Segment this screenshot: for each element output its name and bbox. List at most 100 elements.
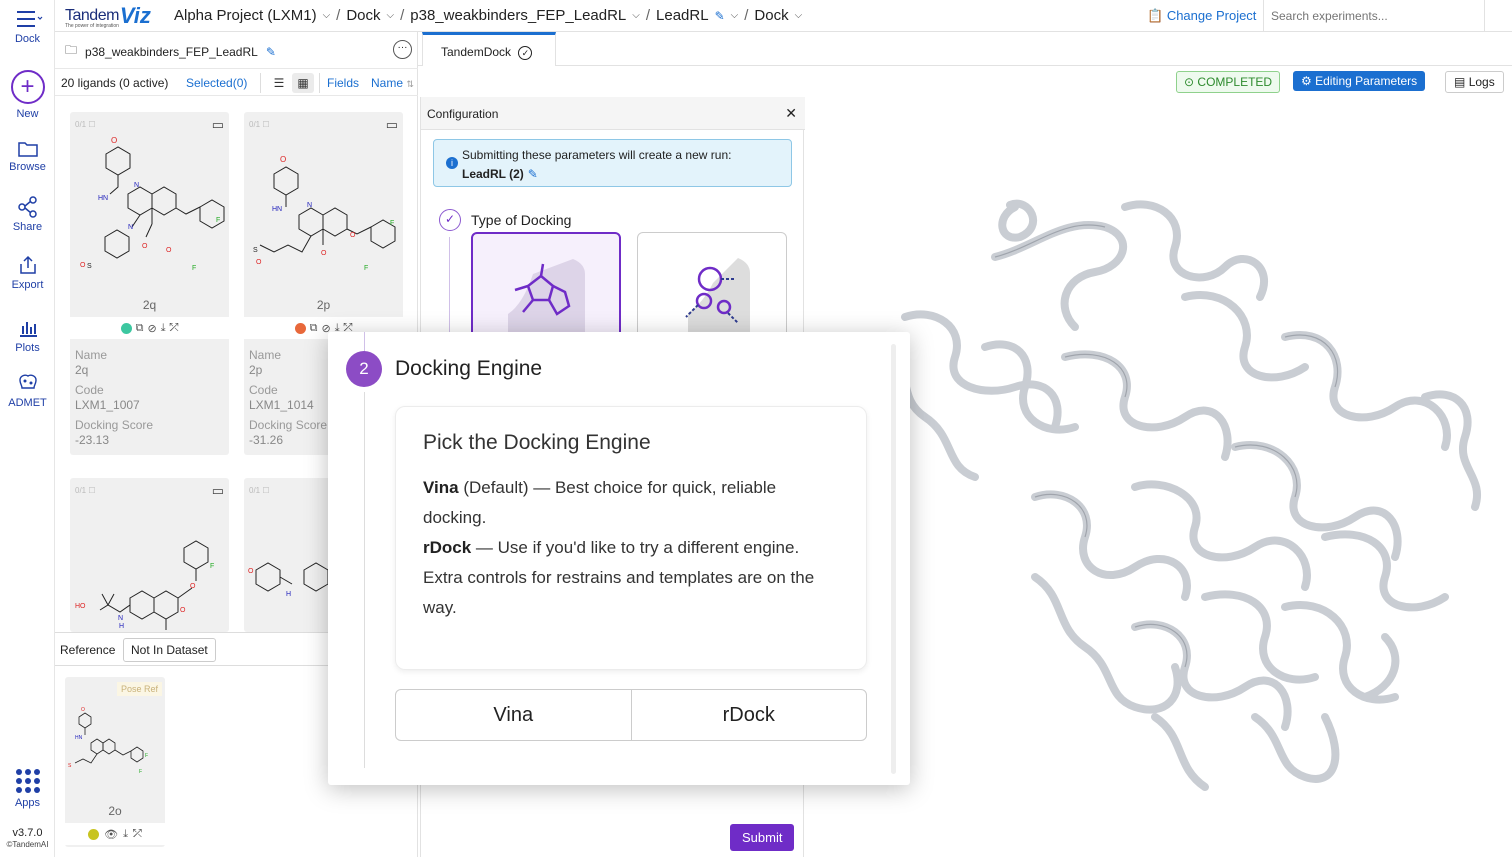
browse-button[interactable]: Browse bbox=[0, 140, 55, 173]
rdock-option-button[interactable]: rDock bbox=[630, 690, 867, 740]
not-in-dataset-button[interactable]: Not In Dataset bbox=[123, 638, 216, 662]
svg-text:O: O bbox=[111, 136, 117, 145]
tab-tandemdock[interactable]: TandemDock ✓ bbox=[422, 32, 556, 66]
share-icon bbox=[17, 196, 37, 218]
apps-button[interactable]: Apps bbox=[0, 768, 55, 809]
logo-tagline: The power of integration bbox=[65, 23, 119, 29]
plus-icon: + bbox=[10, 70, 45, 104]
breadcrumb-project[interactable]: Alpha Project (LXM1) bbox=[174, 7, 317, 24]
svg-text:O: O bbox=[80, 262, 86, 269]
breadcrumb-experiment[interactable]: LeadRL bbox=[656, 7, 709, 24]
list-view-icon[interactable]: ☰ bbox=[269, 73, 289, 93]
svg-text:F: F bbox=[139, 769, 142, 775]
folder-icon bbox=[17, 142, 38, 157]
name-label: Name bbox=[75, 348, 108, 362]
svg-text:S: S bbox=[87, 263, 92, 270]
svg-text:N: N bbox=[307, 202, 312, 209]
completed-label: COMPLETED bbox=[1197, 75, 1273, 89]
change-project-link[interactable]: 📋 Change Project bbox=[1147, 8, 1256, 24]
molecule-structure: O HN S F F bbox=[68, 707, 148, 775]
reference-ligand-card[interactable]: Pose Ref O HN S F F 2o 👁 ⤓ ⤱ bbox=[65, 677, 165, 847]
protein-3d-viewer[interactable] bbox=[805, 97, 1512, 857]
fields-button[interactable]: Fields bbox=[327, 76, 359, 90]
selected-button[interactable]: Selected(0) bbox=[186, 76, 247, 90]
reference-label: Reference bbox=[60, 643, 116, 657]
grid-view-icon[interactable]: ▦ bbox=[292, 73, 314, 93]
molecule-structure: O HN N S O O O F F bbox=[253, 155, 396, 272]
tip-card: Pick the Docking Engine Vina (Default) —… bbox=[395, 406, 867, 670]
search-input[interactable] bbox=[1263, 0, 1485, 31]
docking-engine-modal: 2 Docking Engine Pick the Docking Engine… bbox=[328, 332, 910, 785]
top-bar: Tandem Viz The power of integration Alpha… bbox=[55, 0, 1512, 32]
dock-icon[interactable]: ⤱ bbox=[133, 828, 142, 841]
breadcrumb-separator: / bbox=[400, 7, 405, 24]
hide-icon[interactable]: ⊘ bbox=[147, 322, 156, 335]
score-label: Docking Score bbox=[75, 418, 154, 432]
chevron-down-icon[interactable]: ⌵ bbox=[731, 10, 739, 21]
folder-name: p38_weakbinders_FEP_LeadRL bbox=[85, 44, 258, 59]
breadcrumb-separator: / bbox=[744, 7, 749, 24]
left-rail: Dock + New Browse Share Export Plots ADM… bbox=[0, 0, 55, 857]
ligand-toolbar: 20 ligands (0 active) Selected(0) ☰ ▦ Fi… bbox=[55, 68, 418, 96]
export-button[interactable]: Export bbox=[0, 254, 55, 291]
chevron-down-icon[interactable]: ⌵ bbox=[632, 10, 640, 21]
dock-menu-button[interactable]: Dock bbox=[0, 8, 55, 45]
modal-title: Docking Engine bbox=[395, 357, 543, 380]
docking-type-option[interactable] bbox=[637, 232, 787, 342]
breadcrumb-separator: / bbox=[336, 7, 341, 24]
breadcrumb-dock[interactable]: Dock bbox=[346, 7, 380, 24]
dock-icon[interactable]: ⤱ bbox=[170, 322, 179, 335]
chevron-down-icon[interactable]: ⌵ bbox=[387, 10, 395, 21]
svg-text:N: N bbox=[128, 224, 133, 231]
info-banner: i Submitting these parameters will creat… bbox=[433, 139, 792, 187]
sort-by-name-button[interactable]: Name ⇅ bbox=[371, 76, 414, 90]
breadcrumb: Alpha Project (LXM1) ⌵ / Dock ⌵ / p38_weak… bbox=[174, 7, 802, 24]
vina-name: Vina bbox=[423, 478, 459, 497]
chevron-down-icon[interactable]: ⌵ bbox=[323, 10, 331, 21]
run-name: LeadRL (2) ✎ bbox=[462, 167, 538, 181]
status-dot bbox=[120, 322, 132, 334]
more-options-button[interactable]: ··· bbox=[393, 40, 412, 59]
bar-chart-icon bbox=[19, 322, 37, 337]
vina-option-button[interactable]: Vina bbox=[396, 690, 631, 740]
close-icon[interactable]: ✕ bbox=[785, 105, 797, 122]
scrollbar[interactable] bbox=[891, 344, 896, 774]
ligand-card[interactable]: 0/1 ☐ ▭ O HN N N O S O O F F 2q ⧉ ⊘ ⤓ ⤱ … bbox=[70, 112, 229, 455]
admet-button[interactable]: ADMET bbox=[0, 372, 55, 409]
submit-button[interactable]: Submit bbox=[730, 824, 795, 851]
copy-icon[interactable]: ⧉ bbox=[136, 322, 144, 335]
breadcrumb-tool[interactable]: Dock bbox=[754, 7, 788, 24]
ligand-card[interactable]: 0/1 ☐ ▭ F O HO N H O bbox=[70, 478, 229, 632]
editing-parameters-button[interactable]: ⚙ Editing Parameters bbox=[1293, 71, 1426, 91]
download-icon[interactable]: ⤓ bbox=[161, 322, 166, 335]
status-bar: ⊙ COMPLETED ⚙ Editing Parameters ▤ Logs bbox=[418, 66, 1512, 97]
name-value: 2p bbox=[249, 363, 263, 377]
pencil-icon[interactable]: ✎ bbox=[266, 45, 276, 59]
pencil-icon[interactable]: ✎ bbox=[528, 167, 538, 181]
svg-text:HO: HO bbox=[75, 603, 86, 610]
svg-text:F: F bbox=[390, 220, 394, 227]
new-button[interactable]: + New bbox=[0, 70, 55, 120]
breadcrumb-folder[interactable]: p38_weakbinders_FEP_LeadRL bbox=[410, 7, 626, 24]
molecule-structure: O HN N N O S O O F F bbox=[80, 136, 225, 272]
pencil-icon[interactable]: ✎ bbox=[715, 9, 725, 23]
tandemviz-logo[interactable]: Tandem Viz The power of integration bbox=[65, 3, 151, 29]
copy-icon[interactable]: ⧉ bbox=[310, 322, 318, 335]
eye-icon[interactable]: 👁 bbox=[104, 828, 118, 841]
chevron-down-icon[interactable]: ⌵ bbox=[795, 10, 803, 21]
step-line bbox=[364, 392, 365, 768]
svg-text:O: O bbox=[248, 568, 254, 575]
svg-text:H: H bbox=[286, 591, 291, 598]
svg-text:O: O bbox=[190, 583, 196, 590]
share-button[interactable]: Share bbox=[0, 196, 55, 233]
check-circle-icon: ⊙ bbox=[1184, 75, 1195, 89]
plots-button[interactable]: Plots bbox=[0, 317, 55, 354]
score-value: -23.13 bbox=[75, 433, 110, 447]
download-icon[interactable]: ⤓ bbox=[123, 828, 128, 841]
folder-title: 🗀 p38_weakbinders_FEP_LeadRL ✎ bbox=[65, 41, 276, 62]
tip-heading: Pick the Docking Engine bbox=[423, 431, 651, 454]
logs-button[interactable]: ▤ Logs bbox=[1445, 71, 1504, 93]
completed-badge: ⊙ COMPLETED bbox=[1176, 71, 1281, 93]
docking-type-option-selected[interactable] bbox=[471, 232, 621, 342]
check-circle-icon: ✓ bbox=[518, 46, 533, 60]
